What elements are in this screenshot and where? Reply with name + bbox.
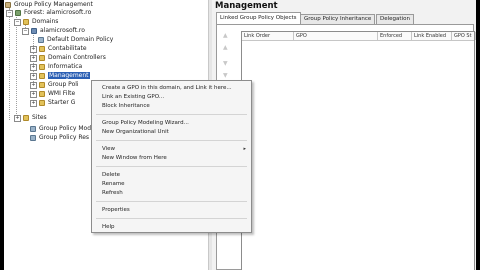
domain-icon (31, 28, 37, 34)
submenu-arrow-icon: ▸ (243, 146, 246, 152)
tree-item-informatica[interactable]: + Informatica (30, 63, 82, 71)
collapse-toggle[interactable]: − (22, 27, 29, 35)
tree-item-gp-modeling[interactable]: Group Policy Mod (30, 125, 91, 133)
expand-toggle[interactable]: + (30, 81, 37, 89)
menu-separator (96, 140, 247, 141)
expand-toggle[interactable]: + (30, 63, 37, 71)
menu-separator (96, 166, 247, 167)
column-link-order[interactable]: Link Order (242, 32, 294, 40)
tree-item-contabilitate[interactable]: + Contabilitate (30, 45, 87, 53)
menu-item-refresh[interactable]: Refresh (102, 189, 123, 197)
menu-item-create-gpo-and-link[interactable]: Create a GPO in this domain, and Link it… (102, 84, 232, 92)
tree-item-label: Informatica (48, 63, 83, 70)
column-gpo-status[interactable]: GPO St (452, 32, 476, 40)
tree-item-label: Default Domain Policy (47, 36, 114, 43)
tree-item-label: alamicrosoft.ro (40, 27, 85, 34)
results-icon (30, 135, 36, 141)
tree-item-label: Domains (32, 18, 59, 25)
tree-guide (9, 8, 10, 120)
tree-item-domains[interactable]: − Domains (14, 18, 58, 26)
tree-item-management[interactable]: + Management (30, 72, 90, 80)
tree-item-default-domain-policy[interactable]: Default Domain Policy (38, 36, 113, 44)
menu-item-properties[interactable]: Properties (102, 206, 130, 214)
forest-icon (15, 10, 21, 16)
menu-item-block-inheritance[interactable]: Block Inheritance (102, 102, 150, 110)
modeling-icon (30, 126, 36, 132)
column-link-enabled[interactable]: Link Enabled (412, 32, 452, 40)
tree-item-label: WMI Filte (48, 90, 76, 97)
tree-item-group-policy-objects[interactable]: + Group Poli (30, 81, 79, 89)
gpo-link-icon (38, 37, 44, 43)
folder-icon (23, 115, 29, 121)
gpmc-window: Group Policy Management − Forest: alamicr… (4, 0, 476, 270)
expand-toggle[interactable]: + (30, 45, 37, 53)
ou-folder-icon (39, 46, 45, 52)
menu-item-label: View (102, 146, 116, 152)
ou-folder-icon (39, 64, 45, 70)
menu-item-help[interactable]: Help (102, 223, 115, 231)
move-down-icon[interactable]: ▼ (223, 61, 229, 67)
tree-guide (16, 17, 17, 120)
folder-icon (39, 100, 45, 106)
tab-gp-inheritance[interactable]: Group Policy Inheritance (300, 14, 376, 24)
collapse-toggle[interactable]: − (6, 9, 13, 17)
tree-item-label: Domain Controllers (48, 54, 106, 61)
details-title: Management (215, 1, 278, 11)
folder-icon (39, 91, 45, 97)
column-enforced[interactable]: Enforced (378, 32, 412, 40)
menu-item-gp-modeling-wizard[interactable]: Group Policy Modeling Wizard... (102, 119, 189, 127)
menu-separator (96, 218, 247, 219)
tree-item-starter-gpos[interactable]: + Starter G (30, 99, 75, 107)
tab-linked-gpos[interactable]: Linked Group Policy Objects (216, 12, 301, 24)
tree-item-label: Starter G (48, 99, 76, 106)
folder-icon (39, 82, 45, 88)
tab-panel: ▲ ▲ ▼ ▼ Link Order GPO Enforced Link Ena… (216, 24, 476, 270)
ou-folder-icon (39, 55, 45, 61)
collapse-toggle[interactable]: − (14, 18, 21, 26)
move-top-icon[interactable]: ▲ (223, 45, 229, 51)
menu-item-new-window[interactable]: New Window from Here (102, 154, 167, 162)
menu-item-rename[interactable]: Rename (102, 180, 125, 188)
right-letterbox (476, 0, 480, 270)
tree-item-label: Management (48, 72, 90, 79)
menu-separator (96, 201, 247, 202)
tree-item-gpm-root[interactable]: Group Policy Management (5, 1, 93, 9)
tree-item-label: Group Policy Management (14, 1, 93, 8)
expand-toggle[interactable]: + (30, 90, 37, 98)
tree-item-label: Contabilitate (48, 45, 87, 52)
tree-item-domain-controllers[interactable]: + Domain Controllers (30, 54, 106, 62)
menu-separator (96, 114, 247, 115)
tree-item-wmi-filters[interactable]: + WMI Filte (30, 90, 75, 98)
tree-item-label: Group Policy Mod (39, 125, 91, 132)
tab-delegation[interactable]: Delegation (376, 14, 414, 24)
move-up-icon[interactable]: ▲ (223, 33, 229, 39)
folder-icon (23, 19, 29, 25)
list-header: Link Order GPO Enforced Link Enabled GPO… (242, 32, 476, 41)
menu-item-new-ou[interactable]: New Organizational Unit (102, 128, 169, 136)
ou-folder-icon (39, 73, 45, 79)
tree-item-sites[interactable]: + Sites (14, 114, 47, 122)
expand-toggle[interactable]: + (14, 114, 21, 122)
tree-item-label: Group Policy Res (39, 134, 90, 141)
expand-toggle[interactable]: + (30, 99, 37, 107)
menu-item-link-existing-gpo[interactable]: Link an Existing GPO... (102, 93, 164, 101)
tree-item-gp-results[interactable]: Group Policy Res (30, 134, 89, 142)
column-gpo[interactable]: GPO (294, 32, 378, 40)
expand-toggle[interactable]: + (30, 54, 37, 62)
tree-item-label: Group Poli (48, 81, 79, 88)
tree-item-label: Forest: alamicrosoft.ro (24, 9, 92, 16)
menu-item-delete[interactable]: Delete (102, 171, 120, 179)
menu-item-view[interactable]: View ▸ (102, 145, 250, 153)
linked-gpo-list[interactable]: Link Order GPO Enforced Link Enabled GPO… (241, 31, 476, 270)
context-menu: Create a GPO in this domain, and Link it… (91, 80, 252, 233)
move-bottom-icon[interactable]: ▼ (223, 73, 229, 79)
expand-toggle[interactable]: + (30, 72, 37, 80)
tree-item-domain[interactable]: − alamicrosoft.ro (22, 27, 85, 35)
tree-item-forest[interactable]: − Forest: alamicrosoft.ro (6, 9, 91, 17)
tree-item-label: Sites (32, 114, 47, 121)
gpm-icon (5, 2, 11, 8)
